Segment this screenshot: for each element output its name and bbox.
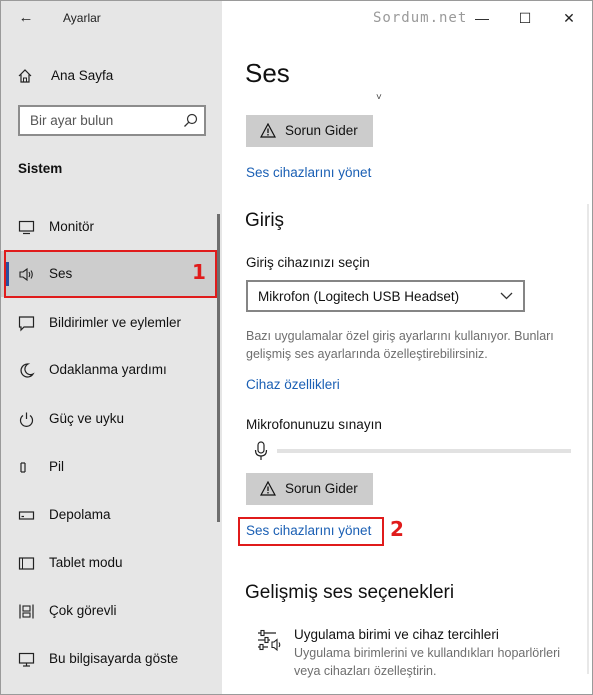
sidebar-item-label: Tablet modu [49,555,123,570]
sidebar-item-label: Bildirimler ve eylemler [49,315,182,330]
storage-icon [18,511,35,520]
mixer-icon [258,629,281,652]
sidebar-item-monitor[interactable]: Monitör [1,204,217,250]
sidebar-item-power[interactable]: Güç ve uyku [1,396,217,442]
titlebar-left: ← Ayarlar [1,1,222,35]
warning-icon [260,123,276,138]
multitask-icon [19,604,34,619]
sidebar-item-label: Güç ve uyku [49,411,125,426]
sidebar-item-home-label: Ana Sayfa [51,68,114,83]
app-title: Ayarlar [63,11,101,25]
power-icon [19,412,34,427]
section-title: Sistem [18,161,63,176]
scrolled-content-edge: ˅ [376,92,382,103]
main-scrollbar[interactable] [587,204,589,674]
watermark: Sordum.net [373,10,468,26]
maximize-icon[interactable]: ☐ [511,5,539,31]
input-device-label: Giriş cihazınızı seçin [246,255,370,270]
sidebar-scrollbar[interactable] [217,214,220,522]
minimize-icon[interactable]: — [468,5,496,31]
input-heading: Giriş [245,210,285,231]
output-manage-devices-link[interactable]: Ses cihazlarını yönet [246,165,371,180]
output-troubleshoot-button[interactable]: Sorun Gider [246,115,373,147]
back-arrow-icon[interactable]: ← [15,9,37,27]
app-volume-option-title[interactable]: Uygulama birimi ve cihaz tercihleri [294,627,499,642]
battery-icon [20,462,26,473]
chevron-down-icon [500,292,513,300]
device-properties-link[interactable]: Cihaz özellikleri [246,377,340,392]
output-troubleshoot-label: Sorun Gider [285,123,358,138]
monitor-icon [18,220,35,235]
input-device-value: Mikrofon (Logitech USB Headset) [258,289,460,304]
home-icon [18,69,32,83]
sidebar-item-label: Pil [49,459,65,474]
project-icon [18,652,35,667]
app-volume-option-desc: Uygulama birimlerini ve kullandıkları ho… [294,646,561,678]
annotation-box-1 [4,250,217,298]
input-help-text: Bazı uygulamalar özel giriş ayarlarını k… [246,329,554,361]
sidebar: ← Ayarlar Ana Sayfa Sistem Monitör [1,1,222,694]
settings-window: ← Ayarlar Ana Sayfa Sistem Monitör [0,0,593,695]
microphone-icon [254,441,268,460]
sidebar-item-label: Monitör [49,219,95,234]
search-box [18,105,206,136]
sidebar-item-label: Odaklanma yardımı [49,362,167,377]
close-icon[interactable]: ✕ [555,5,583,31]
input-troubleshoot-label: Sorun Gider [285,481,358,496]
annotation-box-2 [238,517,384,546]
sidebar-item-storage[interactable]: Depolama [1,492,217,538]
search-icon[interactable] [183,113,198,128]
sidebar-item-label: Çok görevli [49,603,117,618]
sidebar-item-home[interactable]: Ana Sayfa [1,61,222,91]
input-device-dropdown[interactable]: Mikrofon (Logitech USB Headset) [246,280,525,312]
page-title: Ses [245,58,290,88]
sidebar-item-multitasking[interactable]: Çok görevli [1,588,217,634]
advanced-heading: Gelişmiş ses seçenekleri [245,582,455,603]
notification-icon [18,316,35,332]
sidebar-item-focus-assist[interactable]: Odaklanma yardımı [1,347,217,393]
sidebar-item-notifications[interactable]: Bildirimler ve eylemler [1,300,217,346]
search-input[interactable] [20,107,180,134]
tablet-icon [18,557,35,570]
input-troubleshoot-button[interactable]: Sorun Gider [246,473,373,505]
sidebar-item-battery[interactable]: Pil [1,444,217,490]
annotation-marker-2: 2 [390,517,404,541]
sidebar-item-label: Bu bilgisayarda göste [49,651,179,666]
warning-icon [260,481,276,496]
sidebar-item-projecting[interactable]: Bu bilgisayarda göste [1,636,217,682]
sidebar-item-tablet-mode[interactable]: Tablet modu [1,540,217,586]
annotation-marker-1: 1 [192,260,206,284]
moon-icon [20,363,35,378]
mic-level-meter [277,449,571,453]
sidebar-item-label: Depolama [49,507,111,522]
mic-test-label: Mikrofonunuzu sınayın [246,417,382,432]
